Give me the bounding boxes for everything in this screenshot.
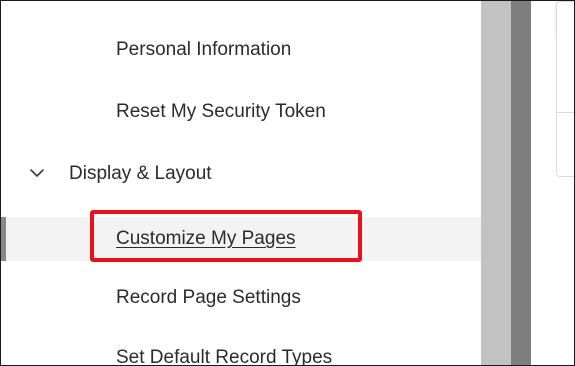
nav-item-label: Record Page Settings <box>116 287 301 308</box>
panel-divider[interactable] <box>511 1 531 365</box>
nav-item-label: Reset My Security Token <box>116 101 326 122</box>
settings-nav-panel: Personal Information Reset My Security T… <box>1 1 481 366</box>
nav-item-customize-my-pages[interactable]: Customize My Pages <box>1 217 481 261</box>
selected-indicator <box>1 217 6 261</box>
nav-item-label: Personal Information <box>116 39 292 60</box>
nav-item-record-page-settings[interactable]: Record Page Settings <box>1 278 481 318</box>
nav-section-label: Display & Layout <box>69 163 212 184</box>
nav-item-set-default-record-types[interactable]: Set Default Record Types <box>1 338 481 366</box>
chevron-down-icon <box>30 169 44 177</box>
content-card <box>556 1 574 177</box>
nav-item-label: Customize My Pages <box>116 228 296 249</box>
nav-section-display-layout[interactable]: Display & Layout <box>1 154 481 194</box>
nav-item-personal-information[interactable]: Personal Information <box>1 30 481 70</box>
nav-item-label: Set Default Record Types <box>116 347 333 366</box>
content-card-separator <box>556 112 574 113</box>
nav-item-reset-security-token[interactable]: Reset My Security Token <box>1 92 481 132</box>
nav-scrollbar[interactable] <box>481 1 511 365</box>
screenshot-frame: Personal Information Reset My Security T… <box>0 0 575 366</box>
